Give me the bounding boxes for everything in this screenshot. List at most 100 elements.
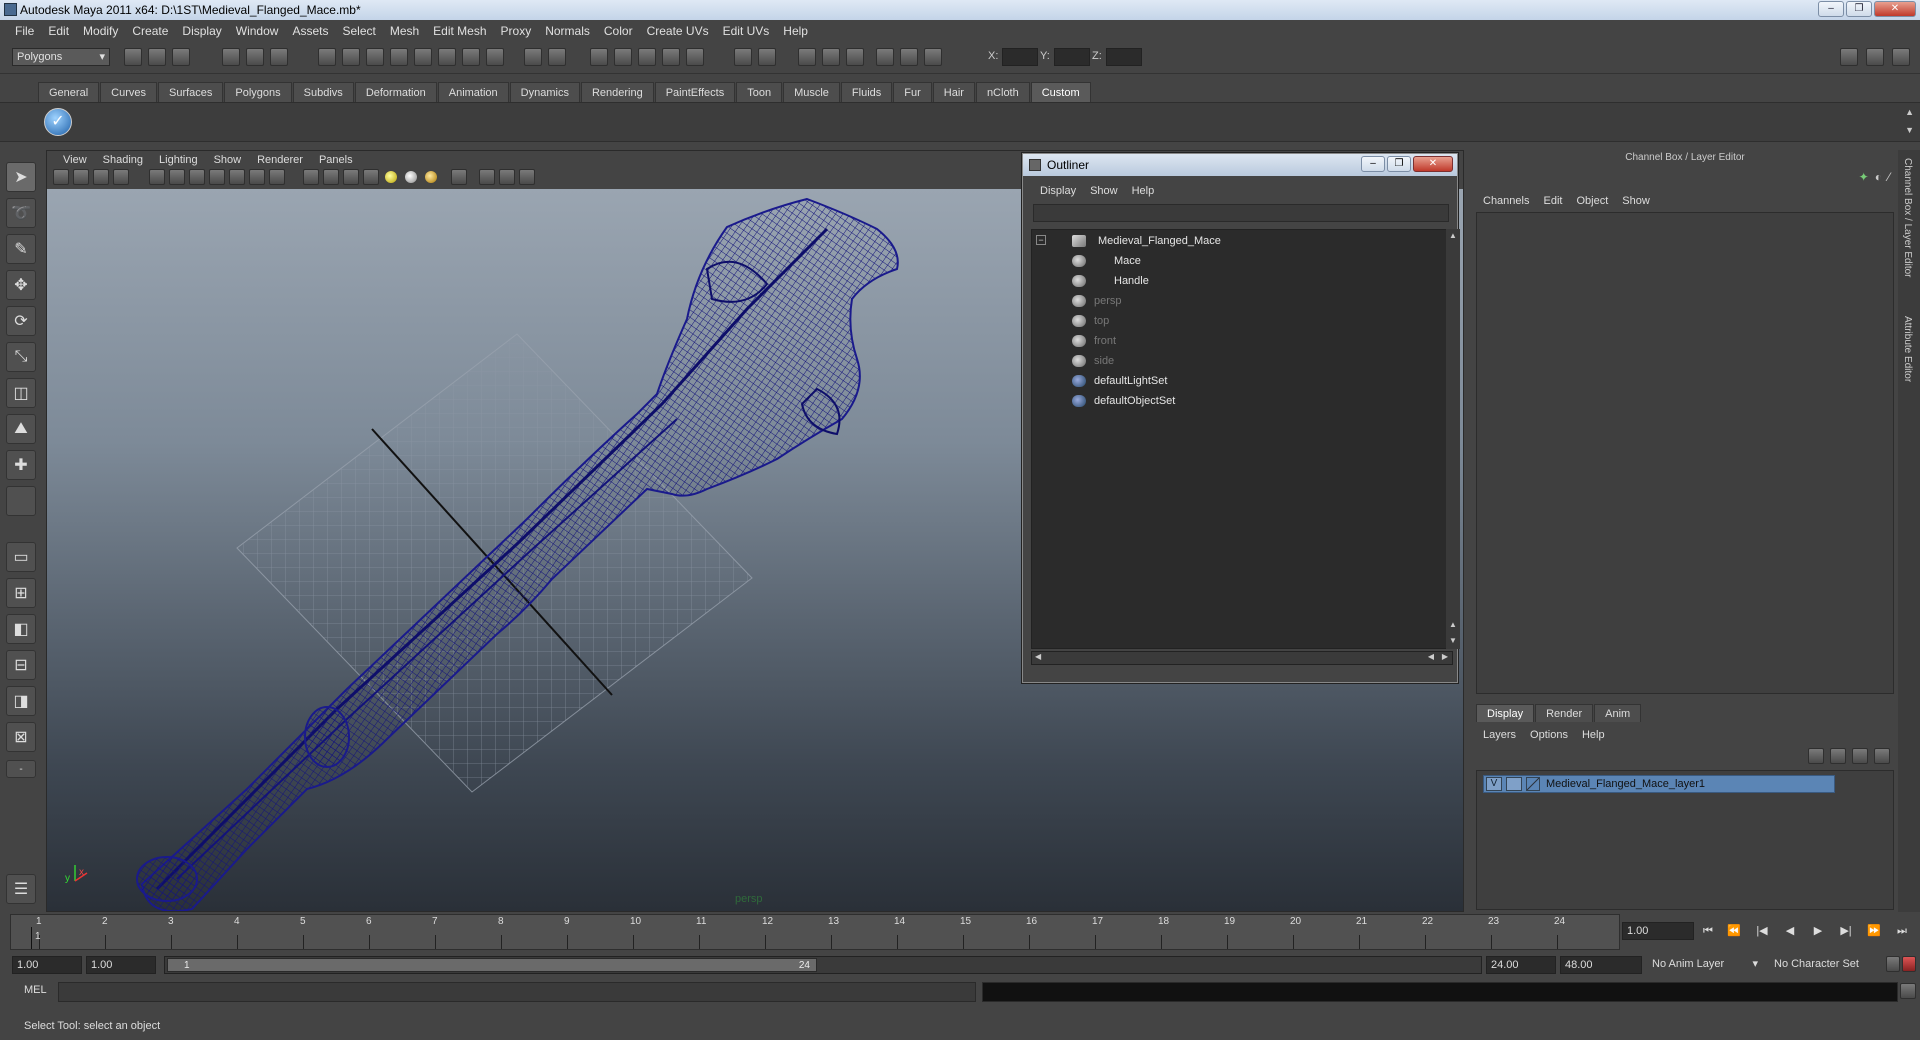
construction-history-icon[interactable]	[758, 48, 776, 66]
move-tool-icon[interactable]: ✥	[6, 270, 36, 300]
tab-animation[interactable]: Animation	[437, 82, 509, 102]
layer-menu-help[interactable]: Help	[1575, 729, 1612, 741]
menu-modify[interactable]: Modify	[76, 24, 125, 38]
go-to-start-icon[interactable]: ⏮	[1698, 922, 1718, 940]
side-tab-channel-box[interactable]: Channel Box / Layer Editor	[1902, 158, 1913, 288]
tab-polygons[interactable]: Polygons	[224, 82, 292, 102]
outliner-item[interactable]: Medieval_Flanged_Mace	[1072, 232, 1221, 250]
snap-to-points-icon[interactable]	[638, 48, 656, 66]
default-light-icon[interactable]	[385, 171, 397, 183]
soft-modification-icon[interactable]: ⛰	[6, 414, 36, 444]
outliner-maximize-button[interactable]: ❐	[1387, 156, 1411, 172]
menu-set-dropdown[interactable]: Polygons ▾	[12, 48, 110, 66]
new-empty-layer-icon[interactable]	[1852, 748, 1868, 764]
viewport-menu-show[interactable]: Show	[206, 154, 250, 166]
menu-window[interactable]: Window	[229, 24, 286, 38]
layer-display-type-toggle[interactable]	[1506, 777, 1522, 791]
smooth-shade-icon[interactable]	[323, 169, 339, 185]
select-misc-icon[interactable]	[486, 48, 504, 66]
viewport-menu-panels[interactable]: Panels	[311, 154, 361, 166]
select-surfaces-icon[interactable]	[390, 48, 408, 66]
snap-to-view-planes-icon[interactable]	[662, 48, 680, 66]
scroll-right-icon[interactable]: ▶	[1442, 652, 1448, 661]
resolution-gate-icon[interactable]	[189, 169, 205, 185]
animation-start-field[interactable]: 1.00	[12, 956, 82, 974]
select-by-hierarchy-icon[interactable]	[222, 48, 240, 66]
menu-assets[interactable]: Assets	[285, 24, 335, 38]
menu-proxy[interactable]: Proxy	[494, 24, 539, 38]
toggle-tool-settings-icon[interactable]	[1866, 48, 1884, 66]
render-settings-icon[interactable]	[846, 48, 864, 66]
persp-outliner-layout-icon[interactable]: ◧	[6, 614, 36, 644]
tab-deformation[interactable]: Deformation	[354, 82, 437, 102]
outliner-close-button[interactable]: ✕	[1413, 156, 1453, 172]
hypershade-layout-icon[interactable]: ◨	[6, 686, 36, 716]
hypershade-icon[interactable]	[876, 48, 894, 66]
auto-key-icon[interactable]	[1886, 956, 1900, 972]
current-frame-field[interactable]: 1.00	[1622, 922, 1694, 940]
scale-tool-icon[interactable]: ⤡	[6, 342, 36, 372]
shadows-icon[interactable]	[425, 171, 437, 183]
viewport-menu-view[interactable]: View	[55, 154, 95, 166]
menu-create-uvs[interactable]: Create UVs	[640, 24, 716, 38]
z-field[interactable]	[1106, 48, 1142, 66]
outliner-item[interactable]: front	[1072, 332, 1116, 350]
scroll-up-icon[interactable]: ▲	[1449, 620, 1457, 629]
xray-icon[interactable]	[479, 169, 495, 185]
safe-action-icon[interactable]	[249, 169, 265, 185]
x-field[interactable]	[1002, 48, 1038, 66]
menu-display[interactable]: Display	[175, 24, 228, 38]
channel-box-key-icon[interactable]: ✦	[1859, 170, 1869, 184]
select-deformations-icon[interactable]	[414, 48, 432, 66]
select-by-component-icon[interactable]	[270, 48, 288, 66]
outliner-filter-field[interactable]	[1033, 204, 1449, 222]
new-scene-icon[interactable]	[124, 48, 142, 66]
y-field[interactable]	[1054, 48, 1090, 66]
time-slider[interactable]: 1 2 3 4 5 6 7 8 9 10 11 12 13 14 15 16 17 18 19 20 21 22 23 24 …	[10, 914, 1620, 950]
outliner-title-bar[interactable]: Outliner – ❐ ✕	[1023, 154, 1457, 176]
scroll-left-icon[interactable]: ◀	[1035, 652, 1041, 661]
gate-mask-icon[interactable]	[209, 169, 225, 185]
select-tool-icon[interactable]: ➤	[6, 162, 36, 192]
range-slider[interactable]: 1 24	[164, 956, 1482, 974]
open-scene-icon[interactable]	[148, 48, 166, 66]
quick-layout-icon[interactable]: ☰	[6, 874, 36, 904]
field-chart-icon[interactable]	[229, 169, 245, 185]
menu-edit-mesh[interactable]: Edit Mesh	[426, 24, 493, 38]
tab-toon[interactable]: Toon	[736, 82, 783, 102]
graph-editor-layout-icon[interactable]: ⊠	[6, 722, 36, 752]
outliner-item[interactable]: defaultObjectSet	[1072, 392, 1175, 410]
channel-box-menu-show[interactable]: Show	[1615, 195, 1657, 207]
tab-curves[interactable]: Curves	[100, 82, 157, 102]
outliner-item[interactable]: side	[1072, 352, 1114, 370]
range-slider-handle[interactable]: 1 24	[167, 958, 817, 972]
maximize-button[interactable]: ❐	[1846, 1, 1872, 17]
menu-mesh[interactable]: Mesh	[383, 24, 426, 38]
four-pane-layout-icon[interactable]: ⊞	[6, 578, 36, 608]
viewport-menu-lighting[interactable]: Lighting	[151, 154, 206, 166]
camera-attributes-icon[interactable]	[73, 169, 89, 185]
tab-muscle[interactable]: Muscle	[783, 82, 840, 102]
outliner-menu-display[interactable]: Display	[1033, 185, 1083, 197]
layer-menu-options[interactable]: Options	[1523, 729, 1575, 741]
select-dynamics-icon[interactable]	[438, 48, 456, 66]
show-manipulator-icon[interactable]: ✚	[6, 450, 36, 480]
xray-joints-icon[interactable]	[499, 169, 515, 185]
move-layer-up-icon[interactable]	[1808, 748, 1824, 764]
image-plane-icon[interactable]	[113, 169, 129, 185]
script-editor-icon[interactable]	[1900, 983, 1916, 999]
select-rendering-icon[interactable]	[462, 48, 480, 66]
outliner-item[interactable]: Handle	[1072, 272, 1149, 290]
hud-toggle-icon[interactable]	[519, 169, 535, 185]
scroll-up-icon[interactable]: ▲	[1449, 231, 1457, 240]
play-forwards-icon[interactable]: ▶	[1808, 922, 1828, 940]
select-camera-icon[interactable]	[53, 169, 69, 185]
select-curves-icon[interactable]	[366, 48, 384, 66]
viewport-menu-renderer[interactable]: Renderer	[249, 154, 311, 166]
isolate-select-icon[interactable]	[451, 169, 467, 185]
last-tool-icon[interactable]	[6, 486, 36, 516]
toggle-attribute-editor-icon[interactable]	[1840, 48, 1858, 66]
select-by-object-icon[interactable]	[246, 48, 264, 66]
outliner-vertical-scrollbar[interactable]: ▲ ▲ ▼	[1446, 229, 1460, 649]
step-back-frame-icon[interactable]: |◀	[1752, 922, 1772, 940]
